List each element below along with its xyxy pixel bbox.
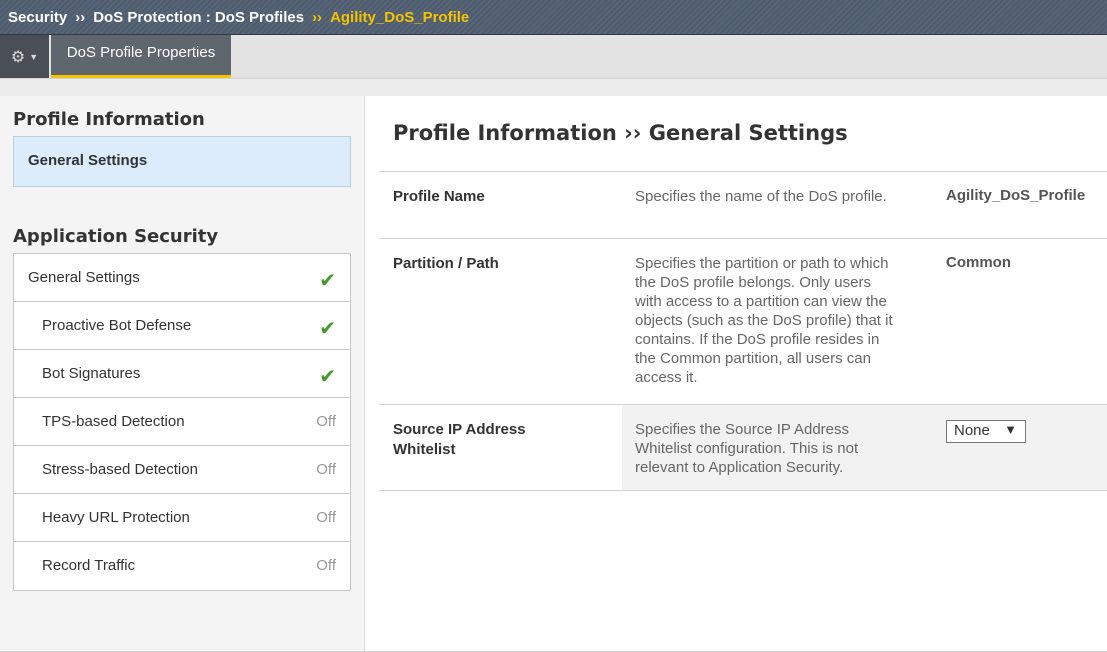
sidebar-item-label: Heavy URL Protection [42,509,190,526]
check-icon: ✔ [319,366,336,388]
sidebar-item-label: Record Traffic [42,557,136,574]
sidebar-item-stress-based-detection[interactable]: Stress-based Detection Off [14,446,350,494]
sidebar-item-general-settings-profile[interactable]: General Settings [13,136,351,187]
field-description: Specifies the name of the DoS profile. [635,188,887,205]
gear-menu-button[interactable]: ⚙ ▼ [0,35,49,78]
select-value: None [954,422,990,439]
sidebar-item-bot-signatures[interactable]: Bot Signatures ✔ [14,350,350,398]
sidebar-item-general-settings[interactable]: General Settings ✔ [14,254,350,302]
profile-information-heading: Profile Information [13,109,205,130]
check-icon: ✔ [319,270,336,292]
field-value: Agility_DoS_Profile [946,187,1086,204]
application-security-list: General Settings ✔ Proactive Bot Defense… [13,253,351,591]
field-label: Source IP Address Whitelist [393,421,526,458]
sidebar-item-label: Proactive Bot Defense [42,317,192,334]
sidebar-item-label: General Settings [28,269,140,286]
breadcrumb-separator: ›› [75,8,86,26]
tab-bar: ⚙ ▼ DoS Profile Properties [0,35,1107,79]
table-row-partition-path: Partition / Path Specifies the partition… [379,238,1107,404]
application-security-heading: Application Security [13,226,219,247]
sidebar-item-label: Stress-based Detection [42,461,198,478]
field-label: Profile Name [393,188,485,205]
breadcrumb: Security ›› DoS Protection : DoS Profile… [0,0,1107,35]
chevron-down-icon: ▼ [29,51,39,62]
sidebar-item-proactive-bot-defense[interactable]: Proactive Bot Defense ✔ [14,302,350,350]
sidebar-item-label: TPS-based Detection [42,413,185,430]
field-description: Specifies the partition or path to which… [635,255,893,386]
chevron-down-icon: ▼ [1004,422,1017,437]
breadcrumb-dos-profiles[interactable]: DoS Protection : DoS Profiles [93,9,304,26]
table-row-source-ip-whitelist: Source IP Address Whitelist Specifies th… [379,404,1107,491]
main-content: Profile Information ›› General Settings … [366,96,1107,652]
field-value: Common [946,254,1011,271]
field-label: Partition / Path [393,255,499,272]
field-description: Specifies the Source IP Address Whitelis… [635,421,859,476]
breadcrumb-security[interactable]: Security [8,9,67,26]
tab-dos-profile-properties[interactable]: DoS Profile Properties [51,35,231,78]
status-text: Off [316,413,336,430]
whitelist-select[interactable]: None ▼ [946,420,1026,443]
breadcrumb-separator: ›› [312,8,323,26]
page-title: Profile Information ›› General Settings [393,121,848,145]
sidebar-item-tps-based-detection[interactable]: TPS-based Detection Off [14,398,350,446]
status-text: Off [316,509,336,526]
sidebar: Profile Information General Settings App… [0,96,365,652]
gear-icon: ⚙ [10,48,26,66]
table-row-profile-name: Profile Name Specifies the name of the D… [379,171,1107,238]
status-text: Off [316,557,336,574]
status-text: Off [316,461,336,478]
sidebar-item-record-traffic[interactable]: Record Traffic Off [14,542,350,590]
sidebar-item-heavy-url-protection[interactable]: Heavy URL Protection Off [14,494,350,542]
separator-strip [0,79,1107,96]
sidebar-item-label: Bot Signatures [42,365,141,382]
breadcrumb-current: Agility_DoS_Profile [330,8,470,26]
check-icon: ✔ [319,318,336,340]
